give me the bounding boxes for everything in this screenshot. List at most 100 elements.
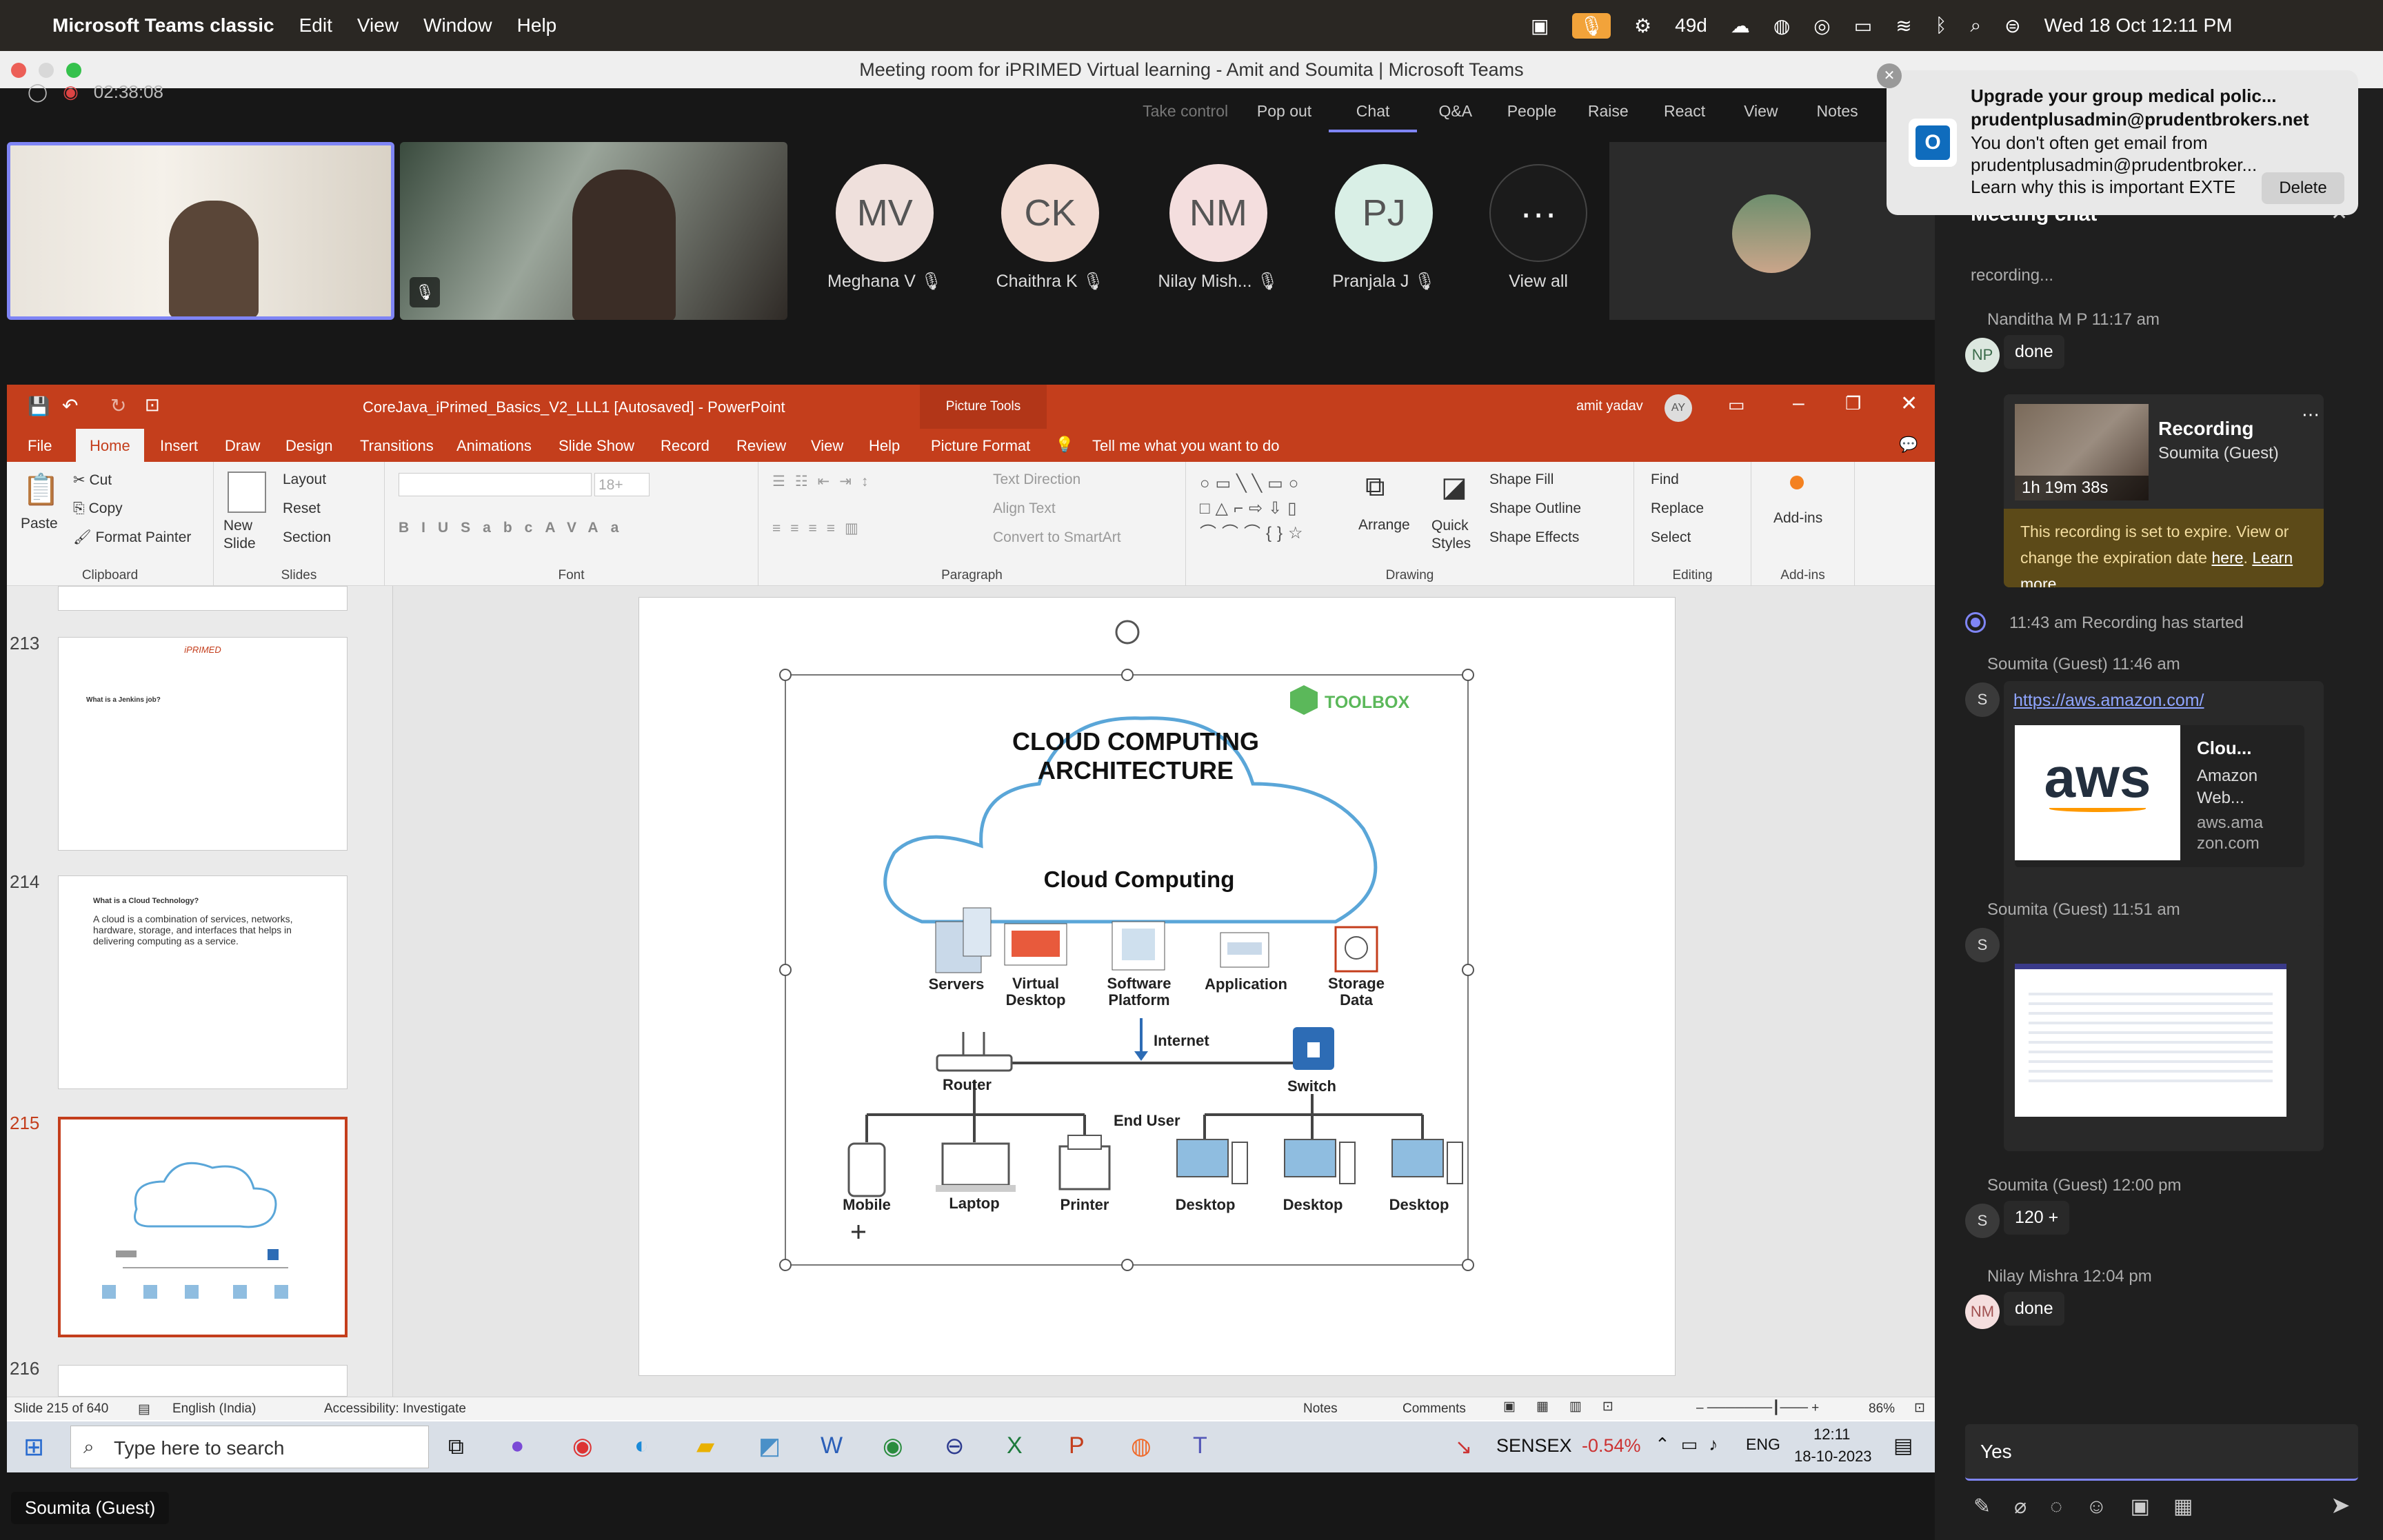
close-icon[interactable]: ✕ (1900, 392, 1918, 416)
compose-toolbar-icons[interactable]: ✎⌀◌☺▣▦ (1973, 1495, 2216, 1519)
shape-outline-button[interactable]: Shape Outline (1489, 500, 1581, 517)
tab-help[interactable]: Help (869, 437, 900, 455)
quick-styles-icon[interactable]: ◪ (1441, 472, 1467, 503)
format-painter-label[interactable]: Format Painter (96, 529, 192, 545)
addins-icon[interactable] (1790, 476, 1804, 489)
align-text-button[interactable]: Align Text (993, 500, 1056, 517)
app-icon-chrome-2[interactable]: ◉ (883, 1432, 903, 1460)
shape-effects-button[interactable]: Shape Effects (1489, 529, 1579, 546)
app-icon-word[interactable]: W (821, 1432, 843, 1459)
accessibility-icon[interactable]: ⚙ (1634, 14, 1651, 37)
wifi-icon[interactable]: ≋ (1896, 14, 1911, 37)
search-icon[interactable]: ⌕ (1970, 14, 1981, 37)
zoom-slider[interactable]: – ───────┃─── + (1696, 1400, 1819, 1416)
minimize-icon[interactable]: – (1793, 392, 1804, 415)
app-icon-powerpoint[interactable]: P (1069, 1432, 1085, 1459)
close-window-button[interactable] (11, 63, 26, 78)
taskbar-search-box[interactable]: ⌕ Type here to search (70, 1426, 429, 1468)
tab-design[interactable]: Design (285, 437, 332, 455)
tab-view[interactable]: View (811, 437, 843, 455)
comments-button[interactable]: Comments (1402, 1401, 1466, 1417)
chat-message-image[interactable] (2004, 925, 2324, 1151)
tab-picture-format[interactable]: Picture Format (931, 437, 1030, 455)
app-icon-misc[interactable]: ◩ (758, 1432, 781, 1460)
resize-handle[interactable] (1462, 964, 1474, 976)
arrange-icon[interactable]: ⧉ (1365, 472, 1385, 503)
resize-handle[interactable] (1121, 669, 1134, 681)
save-icon[interactable]: 💾 (28, 396, 50, 417)
font-size-field[interactable]: 18+ (594, 473, 650, 496)
user-avatar[interactable]: AY (1665, 394, 1692, 422)
video-tile-presenter[interactable] (7, 142, 394, 320)
video-tile-participant[interactable]: 🎙 (400, 142, 787, 320)
list-buttons[interactable]: ☰☷⇤⇥↕ (772, 473, 878, 490)
minimize-window-button[interactable] (39, 63, 54, 78)
chat-button[interactable]: Chat (1328, 88, 1418, 132)
find-button[interactable]: Find (1651, 472, 1679, 488)
delete-button[interactable]: Delete (2262, 172, 2344, 204)
cut-label[interactable]: Cut (89, 472, 112, 488)
task-view-icon[interactable]: ⧉ (448, 1434, 464, 1460)
control-center-icon[interactable]: ⊜ (2004, 14, 2020, 37)
font-name-field[interactable] (399, 473, 592, 496)
tab-transitions[interactable]: Transitions (360, 437, 434, 455)
globe-icon[interactable]: ◍ (1773, 14, 1790, 37)
app-icon-excel[interactable]: X (1007, 1432, 1023, 1459)
weather-text[interactable]: 49d (1675, 14, 1707, 37)
convert-smartart-button[interactable]: Convert to SmartArt (993, 529, 1121, 546)
tab-draw[interactable]: Draw (225, 437, 260, 455)
new-slide-button[interactable]: New Slide (223, 517, 272, 553)
spellcheck-icon[interactable]: ▤ (138, 1401, 150, 1417)
expiry-here-link[interactable]: here (2211, 549, 2243, 567)
paste-icon[interactable]: 📋 (22, 472, 60, 507)
tab-insert[interactable]: Insert (160, 437, 198, 455)
addins-button[interactable]: Add-ins (1773, 510, 1822, 527)
zoom-level[interactable]: 86% (1869, 1401, 1895, 1417)
windows-start-icon[interactable]: ⊞ (23, 1432, 44, 1461)
lifebuoy-icon[interactable]: ◎ (1813, 14, 1830, 37)
recording-thumbnail[interactable]: 1h 19m 38s (2015, 404, 2149, 500)
slide-thumbnail[interactable] (58, 586, 348, 611)
slide-thumbnail-selected[interactable] (58, 1117, 348, 1337)
section-button[interactable]: Section (283, 529, 331, 546)
shared-screenshot-image[interactable] (2015, 964, 2286, 1117)
bluetooth-icon[interactable]: ᛒ (1935, 14, 1947, 37)
zoom-window-button[interactable] (66, 63, 81, 78)
comments-icon[interactable]: 💬 (1899, 436, 1918, 454)
accessibility-status[interactable]: Accessibility: Investigate (324, 1401, 466, 1417)
system-tray-icons[interactable]: ⌃▭♪ (1655, 1434, 1729, 1455)
people-button[interactable]: People (1494, 88, 1570, 132)
chat-message[interactable]: done (2004, 1292, 2064, 1326)
ribbon-display-icon[interactable]: ▭ (1728, 394, 1745, 416)
slide-thumbnail[interactable] (58, 1365, 348, 1397)
chat-compose-input[interactable]: Yes (1965, 1424, 2358, 1481)
app-icon-edge[interactable]: ◐ (634, 1432, 649, 1459)
taskbar-time[interactable]: 12:11 (1813, 1426, 1850, 1443)
app-icon-teams[interactable]: T (1193, 1432, 1207, 1459)
tab-slide-show[interactable]: Slide Show (559, 437, 634, 455)
send-icon[interactable]: ➤ (2331, 1492, 2351, 1519)
resize-handle[interactable] (779, 1259, 792, 1271)
recording-card[interactable]: 1h 19m 38s Recording Soumita (Guest) ⋯ T… (2004, 394, 2324, 587)
react-button[interactable]: React (1647, 88, 1723, 132)
tell-me-search[interactable]: Tell me what you want to do (1092, 437, 1279, 455)
menu-edit[interactable]: Edit (299, 14, 332, 37)
dismiss-notification-icon[interactable]: ✕ (1877, 63, 1902, 88)
more-options-icon[interactable]: ⋯ (2302, 404, 2320, 425)
slide-thumbnail-pane[interactable]: 213 iPRIMED What is a Jenkins job? 214 W… (7, 586, 393, 1397)
participant-chaithra[interactable]: CK Chaithra K 🎙 (996, 164, 1104, 292)
menu-help[interactable]: Help (517, 14, 557, 37)
email-notification-toast[interactable]: O Upgrade your group medical polic... pr… (1877, 63, 2358, 215)
raise-hand-button[interactable]: Raise (1570, 88, 1647, 132)
datetime[interactable]: Wed 18 Oct 12:11 PM (2044, 14, 2233, 37)
participant-pranjala[interactable]: PJ Pranjala J 🎙 (1332, 164, 1436, 292)
text-direction-button[interactable]: Text Direction (993, 472, 1080, 488)
qa-button[interactable]: Q&A (1417, 88, 1494, 132)
redo-icon[interactable]: ↻ (110, 394, 126, 417)
shape-fill-button[interactable]: Shape Fill (1489, 472, 1554, 488)
view-all-button[interactable]: ··· View all (1489, 164, 1588, 292)
slide-thumbnail[interactable]: iPRIMED What is a Jenkins job? (58, 637, 348, 851)
new-slide-icon[interactable] (228, 472, 266, 513)
ticker-change[interactable]: -0.54% (1582, 1435, 1641, 1457)
shapes-gallery[interactable]: ○▭╲╲▭○ □△⌐⇨⇩▯ ⌒⌒⌒{}☆ (1200, 472, 1345, 547)
